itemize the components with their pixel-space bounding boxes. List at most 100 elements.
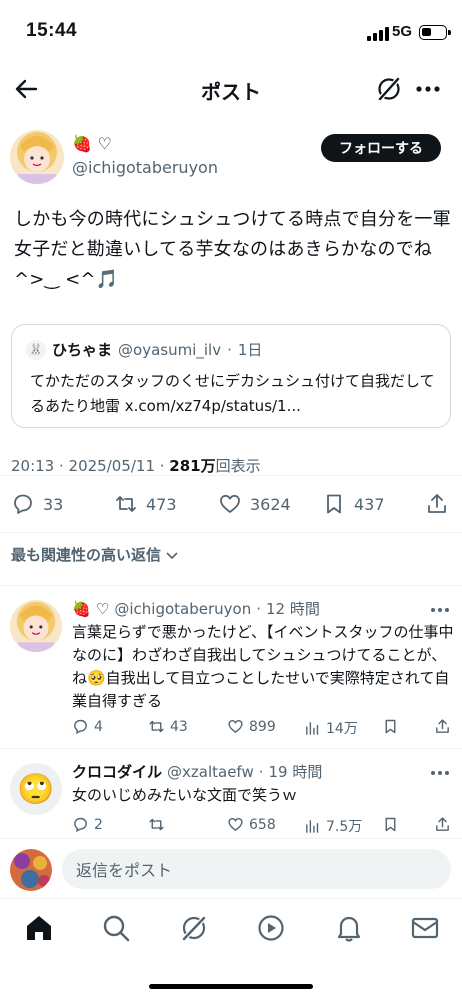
- quote-author-name: ひちゃま: [52, 341, 113, 359]
- views-button[interactable]: 7.5万: [304, 816, 362, 836]
- grok-icon[interactable]: [375, 74, 403, 104]
- reply-composer: 返信をポスト: [0, 838, 462, 898]
- bookmark-button[interactable]: [382, 718, 399, 735]
- share-icon: [428, 494, 446, 513]
- avatar[interactable]: [10, 130, 64, 184]
- reply-sort-label: 最も関連性の高い返信: [11, 546, 162, 564]
- like-count: 899: [249, 718, 276, 735]
- signal-icon: [367, 25, 389, 41]
- like-count: 3624: [250, 494, 291, 514]
- reply-age: 19 時間: [268, 763, 323, 781]
- reply-separator: ·: [258, 762, 264, 781]
- reply-input[interactable]: 返信をポスト: [62, 849, 451, 889]
- author-name[interactable]: 🍓 ♡: [72, 134, 112, 153]
- avatar[interactable]: [10, 849, 52, 891]
- battery-icon: [419, 25, 451, 40]
- more-icon[interactable]: [428, 765, 452, 781]
- bookmark-button[interactable]: 437: [322, 492, 385, 516]
- reply-count: 2: [94, 816, 103, 833]
- repost-button[interactable]: 43: [148, 718, 188, 735]
- avatar[interactable]: [10, 600, 62, 652]
- reply-icon: [14, 494, 32, 514]
- quote-author-handle: @oyasumi_ilv: [118, 340, 222, 359]
- follow-button[interactable]: フォローする: [321, 134, 441, 162]
- search-icon[interactable]: [101, 913, 131, 943]
- like-button[interactable]: 658: [227, 816, 276, 833]
- views-icon: [306, 721, 319, 735]
- reply-text: 言葉足らずで悪かったけど、【イベントスタッフの仕事中なのに】わざわざ自我出してシ…: [72, 623, 454, 710]
- reply-author-name[interactable]: 🍓 ♡: [72, 600, 109, 618]
- reply-age: 12 時間: [266, 600, 320, 618]
- like-count: 658: [249, 816, 276, 833]
- mail-icon[interactable]: [410, 913, 440, 943]
- bookmark-count: 437: [354, 494, 385, 514]
- home-indicator: [149, 984, 313, 989]
- reply-header: クロコダイル @xzaltaefw · 19 時間: [72, 761, 322, 782]
- post-text: しかも今の時代にシュシュつけてる時点で自分を一軍女子だと勘違いしてる芋女なのはあ…: [14, 209, 451, 290]
- repost-count: 473: [146, 494, 177, 514]
- post-meta: 20:13 · 2025/05/11 · 281万回表示: [11, 455, 261, 476]
- quote-age: 1日: [237, 341, 263, 359]
- reply-count: 4: [94, 718, 103, 735]
- divider: [0, 532, 462, 533]
- post-timestamp: 20:13 · 2025/05/11 ·: [11, 457, 170, 475]
- reply-button[interactable]: 4: [72, 718, 103, 735]
- avatar[interactable]: 🙄: [10, 763, 62, 815]
- status-time: 15:44: [26, 20, 78, 41]
- quote-avatar: 🐰: [26, 339, 46, 360]
- view-count: 281万: [169, 457, 216, 475]
- like-icon: [228, 817, 243, 832]
- reply-actions: 2 658 7.5万: [72, 816, 456, 836]
- share-button[interactable]: [434, 718, 451, 735]
- reply-author-handle[interactable]: @ichigotaberuyon: [114, 600, 251, 618]
- quote-text: てかただのスタッフのくせにデカシュシュ付けて自我だしてるあたり地雷 x.com/…: [30, 372, 435, 415]
- repost-icon: [149, 720, 164, 733]
- repost-icon: [116, 496, 136, 512]
- repost-button[interactable]: [148, 816, 170, 833]
- like-icon: [228, 719, 243, 734]
- quote-header: 🐰 ひちゃま @oyasumi_ilv · 1日: [26, 339, 262, 360]
- share-button[interactable]: [434, 816, 451, 833]
- reply-button[interactable]: 2: [72, 816, 103, 833]
- chevron-down-icon: [166, 551, 178, 559]
- views-count: 14万: [326, 721, 358, 737]
- reply-item[interactable]: 🙄 クロコダイル @xzaltaefw · 19 時間 女のいじめみたいな文面で…: [0, 749, 462, 837]
- share-button[interactable]: [425, 492, 449, 516]
- reply-actions: 4 43 899 14万: [72, 718, 456, 738]
- share-icon: [436, 719, 449, 733]
- bookmark-icon: [327, 494, 341, 514]
- views-button[interactable]: 14万: [304, 718, 358, 738]
- bookmark-button[interactable]: [382, 816, 399, 833]
- repost-button[interactable]: 473: [114, 492, 177, 516]
- reply-header: 🍓 ♡ @ichigotaberuyon · 12 時間: [72, 598, 320, 619]
- like-button[interactable]: 899: [227, 718, 276, 735]
- reply-author-name[interactable]: クロコダイル: [72, 761, 162, 782]
- like-button[interactable]: 3624: [218, 492, 291, 516]
- post-actions: 33 473 3624 437: [0, 490, 462, 524]
- quoted-post[interactable]: 🐰 ひちゃま @oyasumi_ilv · 1日 てかただのスタッフのくせにデカ…: [11, 324, 451, 428]
- reply-item[interactable]: 🍓 ♡ @ichigotaberuyon · 12 時間 言葉足らずで悪かったけ…: [0, 586, 462, 746]
- repost-count: 43: [170, 718, 188, 735]
- like-icon: [220, 494, 240, 513]
- play-icon[interactable]: [256, 913, 286, 943]
- reply-button[interactable]: 33: [11, 492, 63, 516]
- quote-separator: ·: [227, 340, 232, 359]
- status-bar: 15:44 5G: [0, 0, 462, 66]
- more-icon[interactable]: [428, 602, 452, 618]
- share-icon: [436, 817, 449, 831]
- author-handle[interactable]: @ichigotaberuyon: [72, 158, 218, 177]
- home-icon[interactable]: [24, 913, 54, 943]
- bell-icon[interactable]: [334, 913, 364, 943]
- more-icon[interactable]: [412, 74, 444, 104]
- reply-author-handle[interactable]: @xzaltaefw: [167, 763, 254, 781]
- bookmark-icon: [385, 719, 396, 734]
- divider: [0, 475, 462, 476]
- post-author: 🍓 ♡ @ichigotaberuyon フォローする: [0, 128, 462, 188]
- reply-icon: [74, 719, 87, 735]
- repost-icon: [149, 818, 164, 831]
- views-icon: [306, 819, 319, 833]
- grok-icon[interactable]: [179, 913, 209, 943]
- views-count: 7.5万: [326, 819, 363, 835]
- reply-count: 33: [43, 494, 64, 514]
- reply-sort-selector[interactable]: 最も関連性の高い返信: [11, 544, 179, 565]
